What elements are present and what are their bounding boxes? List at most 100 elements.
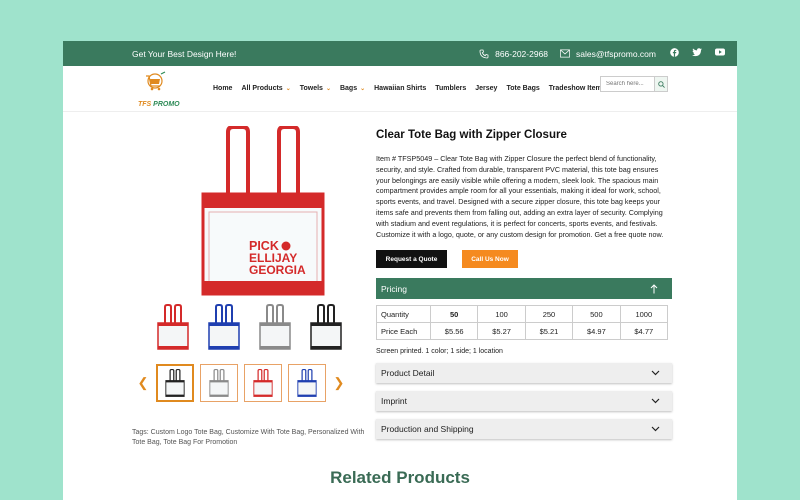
arrow-up-icon [650,284,658,294]
chevron-down-icon: ⌄ [285,86,291,92]
logo-text: TFS PROMO [138,100,180,108]
bag-print-line3: GEORGIA [249,263,306,277]
quantity-row: Quantity 50 100 250 500 1000 [376,305,669,324]
price-cell: $5.21 [524,322,574,341]
accordion-product-detail[interactable]: Product Detail [376,363,672,384]
tote-bag-icon [310,304,342,350]
nav-item-tradeshow-items[interactable]: Tradeshow Items [549,85,606,92]
color-variant-3[interactable] [308,303,344,351]
carousel-thumb-3[interactable] [288,364,326,402]
quantity-cell: 100 [477,305,526,324]
phone-contact[interactable]: 866-202-2968 [479,49,548,59]
nav-menu: Home All Products ⌄ Towels ⌄ Bags ⌄ Hawaiian Sh… [213,85,606,92]
product-tags: Tags: Custom Logo Tote Bag, Customize Wi… [132,429,365,446]
youtube-icon[interactable] [715,48,725,59]
color-variant-0[interactable] [155,303,191,351]
phone-icon [479,49,489,59]
color-variant-2[interactable] [257,303,293,351]
price-cell: $4.77 [619,322,669,341]
accordion-imprint[interactable]: Imprint [376,391,672,412]
tote-bag-icon [165,368,185,397]
nav-item-home[interactable]: Home [213,85,232,92]
price-cell: $5.27 [477,322,526,341]
related-products-heading: Related Products [330,468,470,487]
search-input[interactable] [601,77,654,91]
color-variant-1[interactable] [206,303,242,351]
product-title: Clear Tote Bag with Zipper Closure [376,129,567,141]
carousel-thumb-1[interactable] [200,364,238,402]
price-cell: $5.56 [429,322,479,341]
chevron-down-icon [651,370,660,376]
main-nav: TFS PROMO Home All Products ⌄ Towels ⌄ Bags ⌄ H… [63,66,737,112]
image-carousel: ❮ ❯ [136,363,362,403]
pricing-table: Quantity 50 100 250 500 1000 Price Each $5.5… [376,305,669,341]
chevron-left-icon[interactable]: ❮ [136,375,150,391]
nav-item-all-products[interactable]: All Products ⌄ [241,85,290,92]
search-button[interactable] [654,77,667,91]
quantity-label: Quantity [376,305,431,324]
nav-item-label: Towels [299,85,323,92]
product-info: Clear Tote Bag with Zipper Closure Item … [376,129,672,440]
print-note: Screen printed. 1 color; 1 side; 1 locat… [376,348,503,356]
color-variants [155,303,344,351]
chevron-down-icon: ⌄ [325,86,331,92]
quantity-cell: 50 [429,305,479,324]
tote-bag-icon [209,368,229,397]
product-description: Item # TFSP5049 – Clear Tote Bag with Zi… [376,154,664,239]
carousel-thumb-2[interactable] [244,364,282,402]
phone-number[interactable]: 866-202-2968 [495,49,548,59]
accordion-list: Product Detail Imprint Production and Ship… [376,363,672,440]
nav-item-label: Hawaiian Shirts [374,85,427,92]
nav-item-jersey[interactable]: Jersey [475,85,497,92]
search-icon [657,80,665,88]
carousel-thumb-0[interactable] [156,364,194,402]
nav-item-label: Tote Bags [506,85,540,92]
tote-bag-icon [297,368,317,397]
request-quote-button[interactable]: Request a Quote [376,250,447,269]
call-us-button[interactable]: Call Us Now [462,250,518,269]
price-cell: $4.97 [572,322,621,341]
tote-bag-icon [208,304,240,350]
email-contact[interactable]: sales@tfspromo.com [560,49,656,59]
tote-bag-icon [157,304,189,350]
cart-logo-icon [146,70,166,90]
social-links [670,48,725,59]
page-frame: Get Your Best Design Here! 866-202-2968 … [63,41,737,500]
nav-item-hawaiian-shirts[interactable]: Hawaiian Shirts [374,85,426,92]
twitter-icon[interactable] [692,48,702,59]
nav-item-label: All Products [241,85,283,92]
accordion-production-and-shipping[interactable]: Production and Shipping [376,419,672,440]
tagline: Get Your Best Design Here! [132,48,237,59]
nav-item-bags[interactable]: Bags ⌄ [340,85,365,92]
quantity-cell: 500 [572,305,621,324]
chevron-down-icon [651,426,660,432]
nav-item-towels[interactable]: Towels ⌄ [300,85,331,92]
top-bar: Get Your Best Design Here! 866-202-2968 … [63,41,737,66]
email-icon [560,49,570,59]
chevron-down-icon: ⌄ [360,86,366,92]
nav-item-tumblers[interactable]: Tumblers [435,85,466,92]
nav-item-tote-bags[interactable]: Tote Bags [506,85,539,92]
pricing-header[interactable]: Pricing [376,278,672,300]
accordion-label: Production and Shipping [381,424,474,435]
nav-item-label: Jersey [475,85,498,92]
cta-buttons: Request a Quote Call Us Now [376,250,672,269]
price-label: Price Each [376,322,431,341]
email-address[interactable]: sales@tfspromo.com [576,49,656,59]
chevron-down-icon [651,398,660,404]
product-main-image[interactable]: PICK ELLIJAY GEORGIA [193,126,333,298]
accordion-label: Imprint [381,396,407,407]
price-row: Price Each $5.56 $5.27 $5.21 $4.97 $4.77 [376,322,669,341]
facebook-icon[interactable] [670,48,679,59]
quantity-cell: 250 [524,305,574,324]
quantity-cell: 1000 [619,305,669,324]
chevron-right-icon[interactable]: ❯ [332,375,346,391]
pricing-label: Pricing [381,283,407,294]
nav-item-label: Home [213,85,233,92]
accordion-label: Product Detail [381,368,435,379]
nav-item-label: Tumblers [435,85,467,92]
search-box [600,76,668,92]
bag-print-mark [281,241,291,251]
nav-item-label: Bags [339,85,358,92]
site-logo[interactable]: TFS PROMO [138,70,180,108]
